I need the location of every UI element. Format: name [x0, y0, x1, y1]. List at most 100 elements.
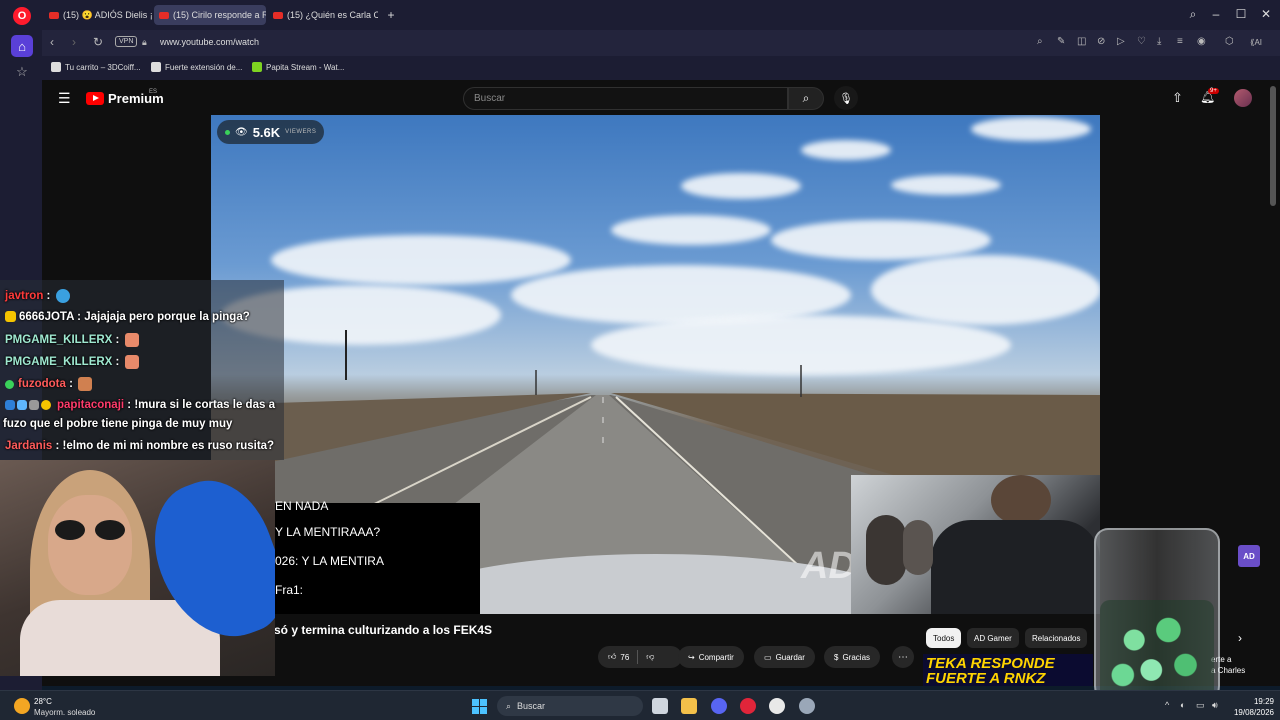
reload-button[interactable]: ↻: [93, 35, 103, 49]
chat-text: !elmo de mi mi nombre es ruso rusita?: [62, 440, 275, 452]
discord-icon[interactable]: [711, 698, 727, 714]
avatar[interactable]: [1234, 89, 1252, 107]
crown-badge-icon: [5, 311, 16, 323]
chat-text: !mura si le cortas le das a: [134, 399, 275, 411]
forward-button[interactable]: ›: [72, 35, 76, 49]
sunglasses-right: [95, 520, 125, 540]
lock-icon[interactable]: 🔒︎: [142, 37, 147, 48]
streamer-face: [48, 495, 132, 595]
adblock-icon[interactable]: ⊘: [1097, 36, 1105, 47]
chatgpt-icon[interactable]: [769, 698, 785, 714]
chat-message: 6666JOTA : Jajajaja pero porque la pinga…: [5, 311, 250, 323]
passenger: [903, 520, 933, 575]
chat-separator: :: [124, 399, 135, 411]
page-scrollbar[interactable]: [1270, 86, 1276, 206]
region-code: ES: [149, 89, 158, 95]
youtube-header: ☰ Premium ES Buscar ⌕ 🎙︎ ⇧ 🔔︎ 9+: [42, 80, 1280, 116]
back-button[interactable]: ‹: [50, 35, 54, 49]
save-button[interactable]: ▭ Guardar: [754, 646, 815, 668]
new-tab-button[interactable]: +: [382, 5, 400, 25]
share-icon: ↪: [688, 652, 695, 662]
task-view-icon[interactable]: [652, 698, 668, 714]
start-button[interactable]: [472, 699, 487, 714]
clock-time[interactable]: 19:29: [1228, 697, 1274, 706]
search-button[interactable]: ⌕: [788, 87, 824, 110]
person-head: [991, 475, 1051, 525]
badge-icon: [17, 399, 27, 410]
windows-logo-tile: [480, 699, 487, 706]
inset-car-camera: [851, 475, 1100, 614]
chevron-right-icon[interactable]: ›: [1238, 631, 1242, 645]
chip-todos[interactable]: Todos: [926, 628, 962, 648]
minimize-button[interactable]: –: [1208, 7, 1224, 21]
opera-icon[interactable]: [740, 698, 756, 714]
edit-icon[interactable]: ✎: [1057, 36, 1065, 47]
file-explorer-icon[interactable]: [681, 698, 697, 714]
caption-line: EN NADA: [275, 499, 329, 513]
taskbar-search[interactable]: ⌕ Buscar: [497, 696, 643, 716]
extensions-icon[interactable]: ⬡: [1225, 36, 1234, 47]
tab-3-label: (15) ¿Quién es Carla Camp: [287, 10, 378, 20]
network-icon[interactable]: ▭: [1196, 700, 1205, 711]
chip-relacionados[interactable]: Relacionados: [1025, 628, 1088, 648]
chat-separator: :: [65, 378, 77, 391]
weather-temperature[interactable]: 28°C: [34, 697, 52, 706]
thumbs-up-icon[interactable]: 👍︎: [608, 652, 616, 662]
vpn-badge[interactable]: VPN: [115, 36, 138, 47]
glass-contents: [1100, 600, 1214, 700]
ai-button[interactable]: ⟪AI: [1250, 38, 1262, 47]
chip-ad-gamer[interactable]: AD Gamer: [967, 628, 1019, 648]
play-icon[interactable]: ▷: [1117, 36, 1125, 47]
search-tabs-icon[interactable]: ⌕: [1185, 7, 1201, 22]
weather-sun-icon[interactable]: [14, 698, 30, 714]
close-button[interactable]: ✕: [1258, 7, 1274, 21]
camera-icon[interactable]: ◫: [1077, 36, 1086, 47]
chat-text: fuzo que el pobre tiene pinga de muy muy: [3, 418, 233, 430]
menu-icon[interactable]: ≡: [1177, 36, 1183, 47]
thumbs-down-icon[interactable]: 👎︎: [646, 652, 654, 662]
thanks-button[interactable]: $ Gracias: [824, 646, 881, 668]
clock-date[interactable]: 19/08/2026: [1228, 708, 1274, 717]
voice-search-button[interactable]: 🎙︎: [834, 86, 858, 110]
share-button[interactable]: ↪ Compartir: [678, 646, 744, 668]
create-upload-icon[interactable]: ⇧: [1172, 90, 1183, 106]
search-input[interactable]: Buscar: [463, 87, 788, 110]
viewers-count: 5.6K: [252, 124, 281, 140]
opera-logo-icon[interactable]: O: [13, 7, 31, 25]
search-icon: ⌕: [506, 700, 512, 711]
profile-icon[interactable]: ◉: [1197, 36, 1206, 47]
bookmark-2[interactable]: Fuerte extensión de...: [151, 62, 242, 72]
notification-badge: 9+: [1208, 88, 1219, 94]
weather-description[interactable]: Mayorm. soleado: [34, 708, 95, 717]
volume-icon[interactable]: 🔊︎: [1212, 700, 1218, 711]
heart-icon[interactable]: ♡: [1137, 36, 1146, 47]
emote-icon: [55, 289, 70, 303]
tab-3[interactable]: (15) ¿Quién es Carla Camp: [268, 5, 378, 25]
chevron-up-icon[interactable]: ^: [1165, 700, 1169, 710]
more-actions-button[interactable]: ⋯: [892, 646, 914, 668]
download-icon[interactable]: ⤓: [1157, 36, 1161, 47]
tab-1[interactable]: (15) 😮 ADIÓS Dielis ¡FE: [44, 5, 152, 25]
star-icon[interactable]: ☆: [11, 61, 33, 83]
channel-badge[interactable]: AD: [1238, 545, 1260, 567]
search-page-icon[interactable]: ⌕: [1037, 36, 1043, 47]
chat-message: PMGAME_KILLERX :: [5, 355, 139, 369]
hamburger-menu-icon[interactable]: ☰: [58, 90, 71, 107]
bookmark-favicon-icon: [252, 62, 262, 72]
youtube-play-icon: [86, 92, 104, 105]
chat-username: PMGAME_KILLERX: [5, 334, 113, 347]
maximize-button[interactable]: ☐: [1233, 7, 1249, 21]
bookmark-3[interactable]: Papita Stream - Wat...: [252, 62, 344, 72]
bookmark-1[interactable]: Tu carrito – 3DCoiff...: [51, 62, 141, 72]
chip-label: AD Gamer: [974, 633, 1012, 643]
chat-separator: :: [112, 356, 123, 369]
recommended-thumbnail[interactable]: TEKA RESPONDE FUERTE A RNKZ: [923, 654, 1093, 686]
tab-2[interactable]: (15) Cirilo responde a Ron: [154, 5, 266, 25]
divider: [637, 650, 639, 664]
chat-username: PMGAME_KILLERX: [5, 356, 113, 369]
settings-icon[interactable]: [799, 698, 815, 714]
tray-app-icon[interactable]: ◐: [1180, 700, 1185, 710]
home-icon[interactable]: ⌂: [11, 35, 33, 57]
url-field[interactable]: www.youtube.com/watch: [160, 37, 259, 47]
like-dislike-group[interactable]: 👍︎ 76 👎︎: [598, 646, 682, 668]
